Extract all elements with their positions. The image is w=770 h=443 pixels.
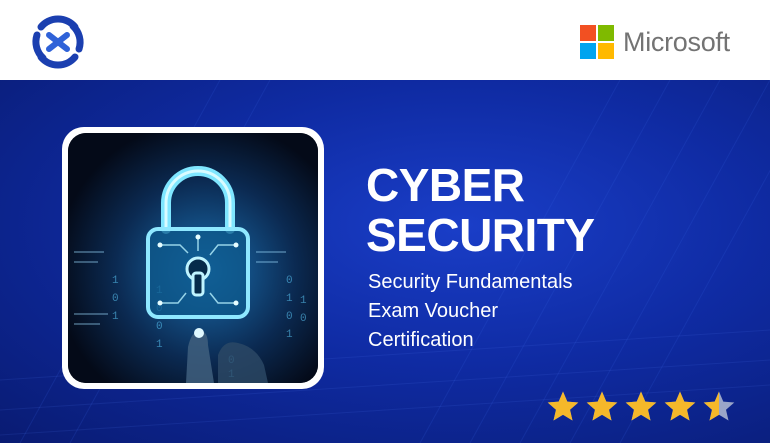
svg-text:0: 0 (156, 321, 163, 333)
star-icon (547, 391, 579, 421)
star-icon (664, 391, 696, 421)
top-bar: Microsoft (0, 0, 770, 80)
svg-text:1: 1 (112, 275, 119, 287)
microsoft-square (580, 43, 596, 59)
svg-text:1: 1 (286, 329, 293, 341)
course-title: CYBER SECURITY (366, 160, 595, 260)
microsoft-windows-icon (580, 25, 614, 59)
padlock-circuit-icon: 101 1001 0101 10 01 (68, 133, 318, 383)
microsoft-square (598, 43, 614, 59)
brand-logo-icon (29, 13, 87, 71)
voucher-banner: Microsoft 1 0 1 0 1 0 1 0 1 1 0 CYBER SE… (0, 0, 770, 443)
title-line: SECURITY (366, 209, 595, 261)
svg-text:1: 1 (156, 339, 163, 351)
microsoft-square (580, 25, 596, 41)
microsoft-wordmark: Microsoft (623, 26, 730, 57)
svg-text:0: 0 (286, 311, 293, 323)
padlock-circuit-image: 101 1001 0101 10 01 (68, 133, 318, 383)
svg-text:1: 1 (286, 293, 293, 305)
star-rating (546, 390, 736, 424)
subtitle-line: Security Fundamentals (368, 271, 573, 293)
microsoft-logo: Microsoft (580, 25, 730, 59)
svg-text:0: 0 (112, 293, 119, 305)
subtitle-line: Certification (368, 329, 474, 351)
star-icon (586, 391, 618, 421)
star-icon (625, 391, 657, 421)
title-line: CYBER (366, 159, 525, 211)
microsoft-square (598, 25, 614, 41)
svg-text:0: 0 (300, 313, 307, 325)
svg-text:1: 1 (112, 311, 119, 323)
star-icon (703, 391, 735, 421)
svg-text:0: 0 (286, 275, 293, 287)
subtitle-line: Exam Voucher (368, 300, 499, 322)
course-subtitle: Security Fundamentals Exam Voucher Certi… (368, 268, 573, 355)
svg-text:1: 1 (300, 295, 307, 307)
